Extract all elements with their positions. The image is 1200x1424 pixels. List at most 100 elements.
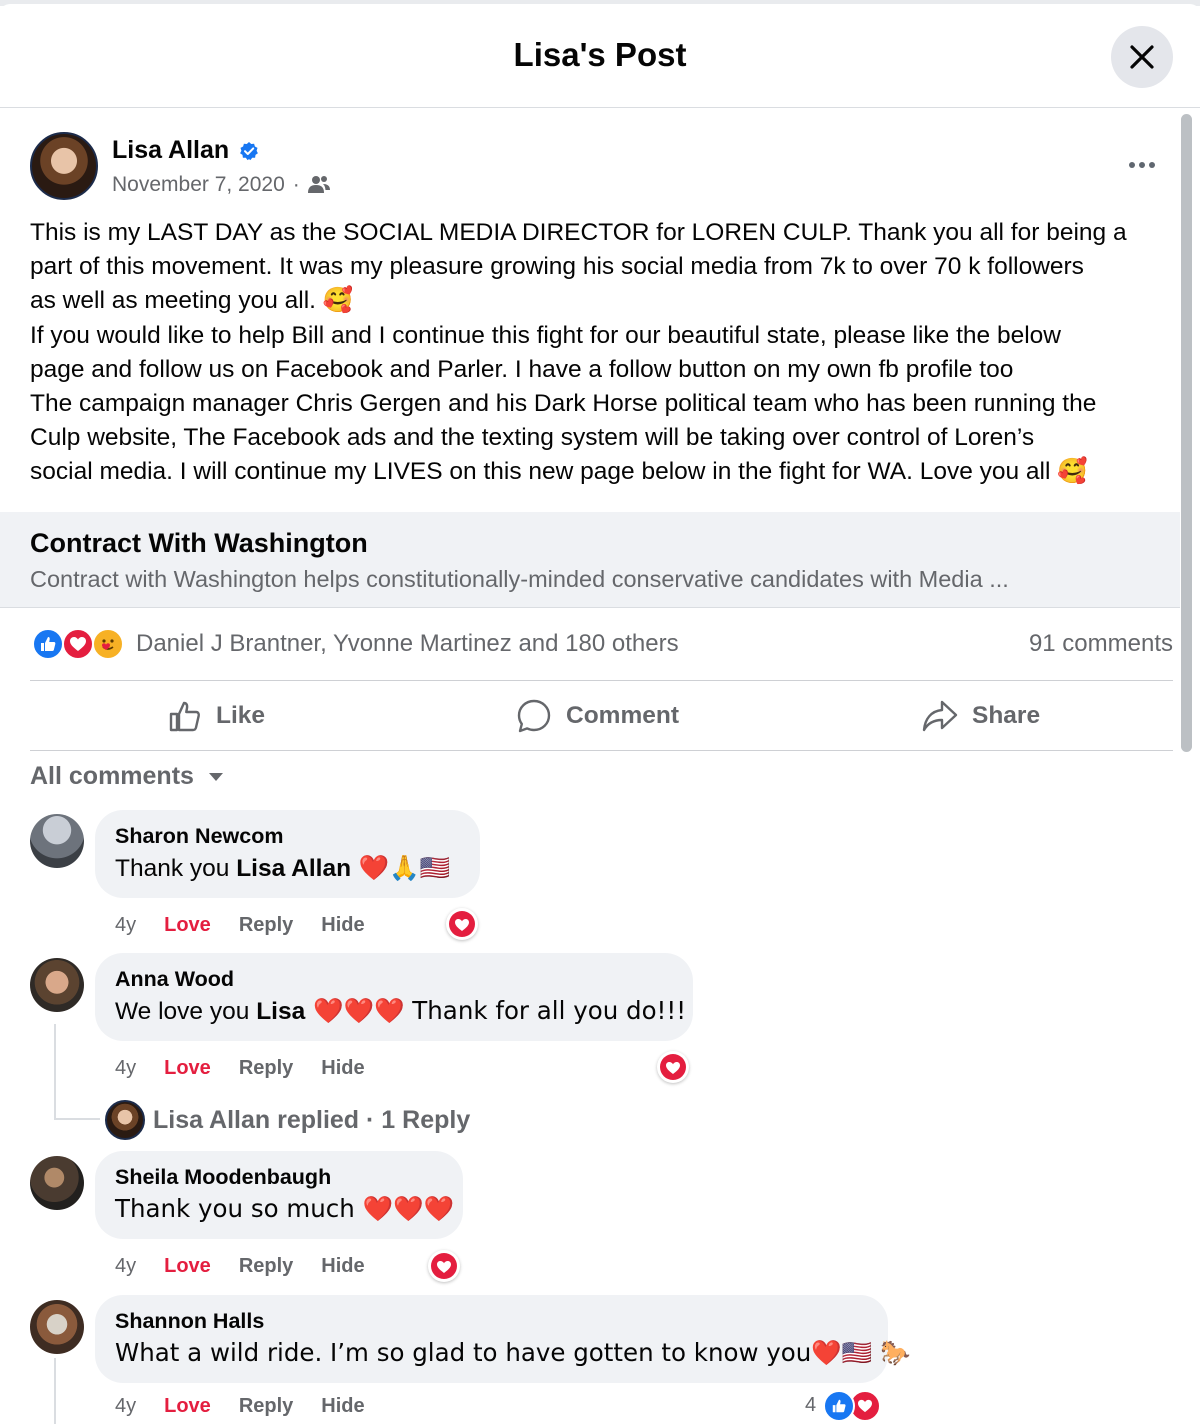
divider bbox=[30, 680, 1173, 681]
comments-filter[interactable]: All comments bbox=[30, 762, 224, 791]
comment-reaction-badge[interactable] bbox=[446, 908, 478, 940]
comments-filter-label: All comments bbox=[30, 762, 194, 790]
reactors-text[interactable]: Daniel J Brantner, Yvonne Martinez and 1… bbox=[136, 630, 679, 658]
comment-reaction-badges[interactable] bbox=[823, 1390, 883, 1424]
post-dialog: Lisa's Post Lisa Allan November 7, 2020 … bbox=[0, 4, 1200, 1424]
link-preview-card[interactable]: Contract With Washington Contract with W… bbox=[0, 512, 1180, 608]
love-button[interactable]: Love bbox=[164, 1255, 211, 1278]
mention[interactable]: Lisa Allan bbox=[236, 855, 351, 882]
avatar[interactable] bbox=[30, 1156, 84, 1210]
author-avatar[interactable] bbox=[30, 132, 98, 200]
commenter-name[interactable]: Anna Wood bbox=[115, 967, 673, 992]
close-icon bbox=[1130, 45, 1154, 69]
comment-text-prefix: Thank you bbox=[115, 855, 237, 882]
comment-actions: 4y Love Reply Hide bbox=[115, 914, 365, 937]
author-name-row: Lisa Allan bbox=[112, 136, 259, 165]
post-line: The campaign manager Chris Gergen and hi… bbox=[30, 390, 1097, 418]
hide-button[interactable]: Hide bbox=[321, 1057, 364, 1080]
hide-button[interactable]: Hide bbox=[321, 914, 364, 937]
comment-age[interactable]: 4y bbox=[115, 914, 136, 937]
comment-age[interactable]: 4y bbox=[115, 1255, 136, 1278]
mention[interactable]: Lisa bbox=[256, 998, 305, 1025]
verified-badge-icon bbox=[240, 141, 259, 160]
post-line: Culp website, The Facebook ads and the t… bbox=[30, 424, 1035, 452]
hide-button[interactable]: Hide bbox=[321, 1255, 364, 1278]
comment-bubble: Shannon Halls What a wild ride. I’m so g… bbox=[95, 1295, 911, 1383]
caret-down-icon bbox=[208, 772, 223, 781]
more-options-icon bbox=[1129, 162, 1135, 168]
commenter-name[interactable]: Shannon Halls bbox=[115, 1309, 868, 1334]
reply-button[interactable]: Reply bbox=[239, 1255, 293, 1278]
meta-separator: · bbox=[292, 173, 300, 196]
thread-line bbox=[54, 1358, 56, 1424]
like-button[interactable]: Like bbox=[168, 682, 265, 750]
love-button[interactable]: Love bbox=[164, 914, 211, 937]
post-line: part of this movement. It was my pleasur… bbox=[30, 253, 1084, 281]
comment-label: Comment bbox=[566, 702, 679, 729]
commenter-name[interactable]: Sharon Newcom bbox=[115, 824, 460, 849]
divider bbox=[30, 750, 1173, 751]
comment-bubble: Sharon Newcom Thank you Lisa Allan ❤️🙏🇺🇸 bbox=[95, 810, 480, 898]
post-actions: Like Comment Share bbox=[30, 682, 1173, 750]
friends-icon bbox=[307, 176, 330, 193]
thread-line bbox=[54, 1024, 56, 1120]
dialog-title: Lisa's Post bbox=[513, 36, 687, 73]
link-title: Contract With Washington bbox=[30, 528, 368, 558]
reply-button[interactable]: Reply bbox=[239, 914, 293, 937]
like-reaction-icon bbox=[823, 1390, 855, 1422]
comment-text-suffix: ❤️🙏🇺🇸 bbox=[351, 853, 451, 882]
comment-bubble: Anna Wood We love you Lisa ❤️❤️❤️ Thank … bbox=[95, 953, 693, 1041]
comment-text: What a wild ride. I’m so glad to have go… bbox=[115, 1338, 911, 1367]
share-arrow-icon bbox=[922, 700, 958, 732]
post-line: as well as meeting you all. 🥰 bbox=[30, 287, 354, 315]
comment-age[interactable]: 4y bbox=[115, 1395, 136, 1418]
comment-reaction-badge[interactable] bbox=[428, 1250, 460, 1282]
avatar[interactable] bbox=[30, 814, 84, 868]
like-reaction-icon bbox=[32, 628, 64, 660]
comment-text-prefix: We love you bbox=[115, 998, 257, 1025]
care-reaction-icon bbox=[92, 628, 124, 660]
thread-line bbox=[54, 1118, 100, 1120]
link-description: Contract with Washington helps constitut… bbox=[30, 566, 1009, 592]
avatar[interactable] bbox=[30, 958, 84, 1012]
avatar bbox=[105, 1100, 145, 1140]
hide-button[interactable]: Hide bbox=[321, 1395, 364, 1418]
post-date[interactable]: November 7, 2020 bbox=[112, 173, 285, 197]
reply-summary: Lisa Allan replied · 1 Reply bbox=[153, 1105, 471, 1134]
reactions-summary: Daniel J Brantner, Yvonne Martinez and 1… bbox=[30, 624, 1173, 664]
avatar[interactable] bbox=[30, 1300, 84, 1354]
scrollbar-thumb[interactable] bbox=[1181, 114, 1192, 752]
comment-age[interactable]: 4y bbox=[115, 1057, 136, 1080]
comment-bubble-icon bbox=[517, 699, 551, 733]
reply-button[interactable]: Reply bbox=[239, 1057, 293, 1080]
close-button[interactable] bbox=[1111, 26, 1173, 88]
comment-text: We love you Lisa ❤️❤️❤️ Thank for all yo… bbox=[115, 996, 686, 1026]
more-dot bbox=[1149, 162, 1155, 168]
more-dot bbox=[1139, 162, 1145, 168]
share-button[interactable]: Share bbox=[922, 682, 1040, 750]
reaction-icons[interactable] bbox=[32, 626, 132, 662]
love-button[interactable]: Love bbox=[164, 1395, 211, 1418]
comment-reaction-badge[interactable] bbox=[657, 1051, 689, 1083]
like-label: Like bbox=[216, 702, 266, 729]
post-line: This is my LAST DAY as the SOCIAL MEDIA … bbox=[30, 219, 1127, 246]
comment-text: Thank you so much ❤️❤️❤️ bbox=[115, 1194, 455, 1223]
post-meta: November 7, 2020 · bbox=[112, 173, 330, 197]
reply-button[interactable]: Reply bbox=[239, 1395, 293, 1418]
comment-text: Thank you Lisa Allan ❤️🙏🇺🇸 bbox=[115, 853, 460, 883]
more-options-button[interactable] bbox=[1118, 148, 1166, 182]
comment-button[interactable]: Comment bbox=[516, 682, 679, 750]
love-reaction-icon bbox=[62, 628, 94, 660]
author-name[interactable]: Lisa Allan bbox=[112, 136, 229, 165]
comment-actions: 4y Love Reply Hide bbox=[115, 1255, 365, 1278]
thumbs-up-icon bbox=[169, 701, 201, 732]
love-reaction-icon bbox=[660, 1054, 686, 1080]
share-label: Share bbox=[972, 702, 1041, 729]
view-replies-link[interactable]: Lisa Allan replied · 1 Reply bbox=[105, 1100, 470, 1140]
post-body: This is my LAST DAY as the SOCIAL MEDIA … bbox=[30, 216, 1175, 490]
commenter-name[interactable]: Sheila Moodenbaugh bbox=[115, 1165, 443, 1190]
comment-bubble: Sheila Moodenbaugh Thank you so much ❤️❤… bbox=[95, 1151, 463, 1239]
reaction-count[interactable]: 4 bbox=[805, 1394, 816, 1417]
love-button[interactable]: Love bbox=[164, 1057, 211, 1080]
comment-count[interactable]: 91 comments bbox=[1029, 630, 1173, 658]
